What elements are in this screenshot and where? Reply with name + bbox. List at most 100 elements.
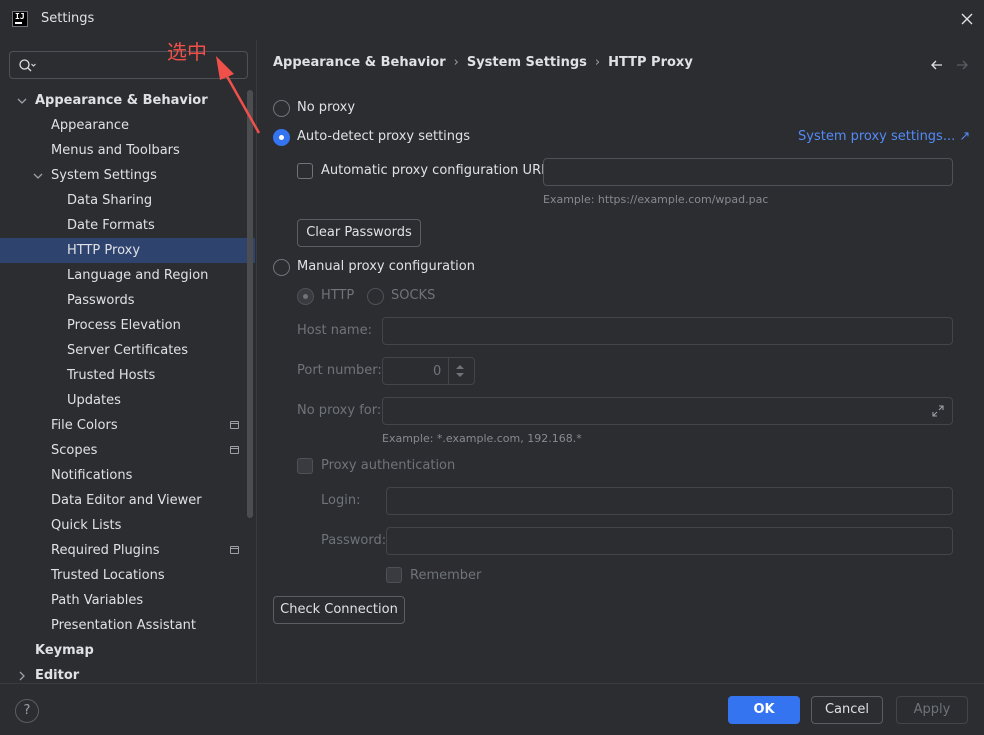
auto-config-url-input[interactable] xyxy=(543,158,953,186)
ok-button[interactable]: OK xyxy=(728,696,800,724)
sidebar-item-keymap[interactable]: Keymap xyxy=(0,638,255,663)
sidebar-item-editor[interactable]: Editor xyxy=(0,663,255,683)
sidebar-item-label: Date Formats xyxy=(67,218,155,233)
sidebar-item-process-elevation[interactable]: Process Elevation xyxy=(0,313,255,338)
sidebar-item-scopes[interactable]: Scopes xyxy=(0,438,255,463)
sidebar-item-label: Trusted Locations xyxy=(51,568,165,583)
search-icon xyxy=(19,59,36,72)
sidebar-item-presentation-assistant[interactable]: Presentation Assistant xyxy=(0,613,255,638)
sidebar-item-label: Process Elevation xyxy=(67,318,181,333)
login-input[interactable] xyxy=(386,487,953,515)
project-level-icon xyxy=(230,446,239,454)
sidebar-item-label: Notifications xyxy=(51,468,133,483)
settings-content: Appearance & Behavior › System Settings › HT… xyxy=(258,40,984,683)
no-proxy-for-input[interactable] xyxy=(382,397,953,425)
sidebar-item-language-and-region[interactable]: Language and Region xyxy=(0,263,255,288)
auto-detect-label[interactable]: Auto-detect proxy settings xyxy=(297,129,470,144)
chevron-right-icon[interactable] xyxy=(17,671,27,681)
breadcrumb-item-system-settings[interactable]: System Settings xyxy=(467,55,587,70)
host-name-input[interactable] xyxy=(382,317,953,345)
sidebar-item-label: Editor xyxy=(35,668,80,683)
sidebar-item-label: Path Variables xyxy=(51,593,144,608)
sidebar-item-label: Keymap xyxy=(35,643,94,658)
sidebar-item-file-colors[interactable]: File Colors xyxy=(0,413,255,438)
sidebar-item-appearance-behavior[interactable]: Appearance & Behavior xyxy=(0,88,255,113)
no-proxy-radio[interactable] xyxy=(273,100,290,117)
http-radio[interactable] xyxy=(297,288,314,305)
stepper-arrows-icon[interactable] xyxy=(453,363,467,379)
close-icon[interactable] xyxy=(958,10,976,28)
port-number-label: Port number: xyxy=(297,363,382,378)
sidebar-item-label: Appearance & Behavior xyxy=(35,93,208,108)
remember-label[interactable]: Remember xyxy=(410,568,481,583)
sidebar-scrollbar[interactable] xyxy=(247,90,253,518)
auto-config-example-hint: Example: https://example.com/wpad.pac xyxy=(543,193,769,206)
auto-detect-radio[interactable] xyxy=(273,129,290,146)
socks-label[interactable]: SOCKS xyxy=(391,288,435,303)
sidebar-item-label: Presentation Assistant xyxy=(51,618,196,633)
no-proxy-for-label: No proxy for: xyxy=(297,403,382,418)
sidebar-item-label: Menus and Toolbars xyxy=(51,143,180,158)
sidebar-item-label: Data Sharing xyxy=(67,193,153,208)
sidebar-item-updates[interactable]: Updates xyxy=(0,388,255,413)
auto-config-url-checkbox[interactable] xyxy=(297,163,313,179)
sidebar-item-server-certificates[interactable]: Server Certificates xyxy=(0,338,255,363)
cancel-button[interactable]: Cancel xyxy=(811,696,883,724)
http-label[interactable]: HTTP xyxy=(321,288,354,303)
socks-radio[interactable] xyxy=(367,288,384,305)
remember-checkbox[interactable] xyxy=(386,567,402,583)
sidebar-item-label: Quick Lists xyxy=(51,518,122,533)
login-label: Login: xyxy=(321,493,361,508)
sidebar-item-data-editor-and-viewer[interactable]: Data Editor and Viewer xyxy=(0,488,255,513)
no-proxy-label[interactable]: No proxy xyxy=(297,100,355,115)
chevron-down-icon[interactable] xyxy=(17,96,27,106)
sidebar-item-data-sharing[interactable]: Data Sharing xyxy=(0,188,255,213)
check-connection-button[interactable]: Check Connection xyxy=(273,596,405,624)
sidebar-item-http-proxy[interactable]: HTTP Proxy xyxy=(0,238,255,263)
sidebar-item-quick-lists[interactable]: Quick Lists xyxy=(0,513,255,538)
annotation-label: 选中 xyxy=(167,40,207,64)
sidebar-item-date-formats[interactable]: Date Formats xyxy=(0,213,255,238)
manual-proxy-radio[interactable] xyxy=(273,259,290,276)
sidebar-item-system-settings[interactable]: System Settings xyxy=(0,163,255,188)
help-button[interactable]: ? xyxy=(15,699,39,723)
sidebar-item-label: Updates xyxy=(67,393,121,408)
no-proxy-example-hint: Example: *.example.com, 192.168.* xyxy=(382,432,582,445)
apply-button[interactable]: Apply xyxy=(896,696,968,724)
sidebar-item-menus-and-toolbars[interactable]: Menus and Toolbars xyxy=(0,138,255,163)
title-bar: IJ Settings xyxy=(0,0,984,40)
manual-proxy-label[interactable]: Manual proxy configuration xyxy=(297,259,475,274)
sidebar-item-label: Data Editor and Viewer xyxy=(51,493,202,508)
forward-arrow-icon[interactable] xyxy=(954,57,970,73)
search-input[interactable] xyxy=(9,51,248,79)
project-level-icon xyxy=(230,421,239,429)
system-proxy-settings-link[interactable]: System proxy settings... ↗ xyxy=(798,129,970,144)
window-title: Settings xyxy=(41,11,95,26)
expand-icon[interactable] xyxy=(931,404,945,418)
breadcrumb-separator: › xyxy=(453,55,459,70)
port-number-stepper[interactable]: 0 xyxy=(382,357,475,385)
app-icon-text: IJ xyxy=(15,12,25,21)
auto-config-url-label[interactable]: Automatic proxy configuration URL: xyxy=(321,163,553,178)
sidebar-item-label: Scopes xyxy=(51,443,98,458)
password-input[interactable] xyxy=(386,527,953,555)
sidebar-item-notifications[interactable]: Notifications xyxy=(0,463,255,488)
sidebar-item-trusted-hosts[interactable]: Trusted Hosts xyxy=(0,363,255,388)
sidebar-item-path-variables[interactable]: Path Variables xyxy=(0,588,255,613)
sidebar-item-appearance[interactable]: Appearance xyxy=(0,113,255,138)
chevron-down-icon[interactable] xyxy=(33,171,43,181)
sidebar-item-required-plugins[interactable]: Required Plugins xyxy=(0,538,255,563)
sidebar-item-label: System Settings xyxy=(51,168,157,183)
host-name-label: Host name: xyxy=(297,323,372,338)
back-arrow-icon[interactable] xyxy=(929,57,945,73)
sidebar-item-passwords[interactable]: Passwords xyxy=(0,288,255,313)
port-number-value: 0 xyxy=(433,364,442,379)
sidebar-item-label: HTTP Proxy xyxy=(67,243,141,258)
breadcrumb-item-appearance-behavior[interactable]: Appearance & Behavior xyxy=(273,55,446,70)
sidebar-item-label: Required Plugins xyxy=(51,543,160,558)
proxy-authentication-label[interactable]: Proxy authentication xyxy=(321,458,455,473)
sidebar-item-trusted-locations[interactable]: Trusted Locations xyxy=(0,563,255,588)
clear-passwords-button[interactable]: Clear Passwords xyxy=(297,219,421,247)
proxy-authentication-checkbox[interactable] xyxy=(297,458,313,474)
breadcrumb-item-http-proxy: HTTP Proxy xyxy=(608,55,693,70)
